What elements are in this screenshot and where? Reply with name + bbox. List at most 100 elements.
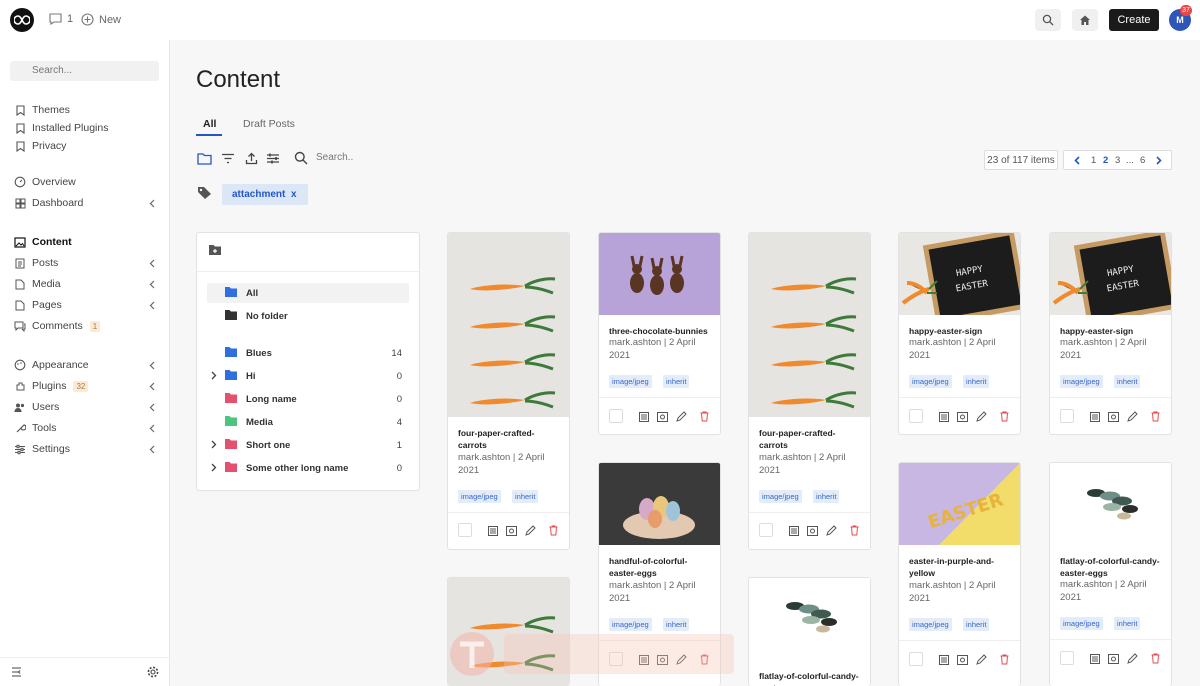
edit-icon[interactable] xyxy=(1127,411,1138,422)
page-6[interactable]: 6 xyxy=(1140,155,1145,166)
adjust-button[interactable] xyxy=(265,150,281,166)
sidebar-item-settings[interactable]: Settings xyxy=(14,441,159,457)
media-card[interactable]: flatlay-of-colorful-candy-easter-eggs ma… xyxy=(1049,462,1172,686)
filter-button[interactable] xyxy=(220,150,236,166)
home-button[interactable] xyxy=(1072,9,1098,31)
filter-tag-attachment[interactable]: attachment x xyxy=(222,184,308,205)
prev-page-icon[interactable] xyxy=(1074,156,1080,165)
media-thumbnail[interactable] xyxy=(448,233,569,417)
delete-icon[interactable] xyxy=(548,525,559,536)
media-thumbnail[interactable] xyxy=(599,233,720,315)
select-checkbox[interactable] xyxy=(759,523,773,537)
media-thumbnail[interactable]: HAPPY EASTER xyxy=(899,233,1020,315)
preview-icon[interactable] xyxy=(506,525,517,536)
folder-toggle-button[interactable] xyxy=(196,150,212,166)
edit-icon[interactable] xyxy=(976,654,987,665)
new-button[interactable]: New xyxy=(81,13,121,26)
delete-icon[interactable] xyxy=(999,411,1010,422)
edit-icon[interactable] xyxy=(1127,653,1138,664)
folder-row-some-other-long-name[interactable]: Some other long name 0 xyxy=(207,458,409,478)
details-icon[interactable] xyxy=(938,411,949,422)
page-3[interactable]: 3 xyxy=(1115,155,1120,166)
media-thumbnail[interactable] xyxy=(749,578,870,660)
preview-icon[interactable] xyxy=(1108,653,1119,664)
folder-row-all[interactable]: All xyxy=(207,283,409,303)
app-logo-icon[interactable] xyxy=(10,8,34,32)
folder-row-media[interactable]: Media 4 xyxy=(207,412,409,432)
details-icon[interactable] xyxy=(1089,411,1100,422)
delete-icon[interactable] xyxy=(1150,653,1161,664)
tab-all[interactable]: All xyxy=(203,118,216,130)
page-1[interactable]: 1 xyxy=(1091,155,1096,166)
delete-icon[interactable] xyxy=(699,411,710,422)
details-icon[interactable] xyxy=(638,411,649,422)
new-folder-icon[interactable] xyxy=(208,244,222,256)
next-page-icon[interactable] xyxy=(1156,156,1162,165)
preview-icon[interactable] xyxy=(807,525,818,536)
edit-icon[interactable] xyxy=(676,411,687,422)
folder-row-hi[interactable]: Hi 0 xyxy=(207,366,409,386)
expand-chevron-icon[interactable] xyxy=(211,371,217,380)
sidebar-item-installed-plugins[interactable]: Installed Plugins xyxy=(14,120,159,136)
sidebar-item-media[interactable]: Media xyxy=(14,276,159,292)
media-thumbnail[interactable] xyxy=(599,463,720,545)
delete-icon[interactable] xyxy=(1150,411,1161,422)
media-card[interactable]: four-paper-crafted-carrots mark.ashton |… xyxy=(447,232,570,550)
sidebar-item-plugins[interactable]: Plugins 32 xyxy=(14,378,159,394)
expand-chevron-icon[interactable] xyxy=(211,440,217,449)
edit-icon[interactable] xyxy=(976,411,987,422)
select-checkbox[interactable] xyxy=(1060,651,1074,665)
media-thumbnail[interactable] xyxy=(1050,463,1171,545)
gear-icon[interactable] xyxy=(147,666,159,678)
media-card[interactable]: flatlay-of-colorful-candy-easter-eggs xyxy=(748,577,871,686)
content-search-button[interactable] xyxy=(293,150,309,166)
preview-icon[interactable] xyxy=(957,411,968,422)
delete-icon[interactable] xyxy=(849,525,860,536)
sidebar-item-appearance[interactable]: Appearance xyxy=(14,357,159,373)
details-icon[interactable] xyxy=(788,525,799,536)
select-checkbox[interactable] xyxy=(609,409,623,423)
folder-row-blues[interactable]: Blues 14 xyxy=(207,343,409,363)
details-icon[interactable] xyxy=(938,654,949,665)
expand-chevron-icon[interactable] xyxy=(211,463,217,472)
edit-icon[interactable] xyxy=(826,525,837,536)
media-card[interactable]: HAPPY EASTER happy-easter-sign mark.asht… xyxy=(898,232,1021,435)
delete-icon[interactable] xyxy=(999,654,1010,665)
comments-indicator[interactable]: 1 xyxy=(49,13,73,25)
edit-icon[interactable] xyxy=(525,525,536,536)
media-card[interactable]: three-chocolate-bunnies mark.ashton | 2 … xyxy=(598,232,721,435)
sidebar-item-posts[interactable]: Posts xyxy=(14,255,159,271)
select-checkbox[interactable] xyxy=(909,409,923,423)
folder-row-long-name[interactable]: Long name 0 xyxy=(207,389,409,409)
media-card[interactable]: EASTER easter-in-purple-and-yellow mark.… xyxy=(898,462,1021,686)
sidebar-item-dashboard[interactable]: Dashboard xyxy=(14,195,159,211)
sidebar-item-privacy[interactable]: Privacy xyxy=(14,138,159,154)
media-card[interactable]: four-paper-crafted-carrots mark.ashton |… xyxy=(748,232,871,550)
details-icon[interactable] xyxy=(487,525,498,536)
select-checkbox[interactable] xyxy=(909,652,923,666)
media-thumbnail[interactable]: EASTER xyxy=(899,463,1020,545)
sidebar-search-input[interactable]: Search... xyxy=(10,61,159,81)
media-thumbnail[interactable]: HAPPY EASTER xyxy=(1050,233,1171,315)
sidebar-item-overview[interactable]: Overview xyxy=(14,174,159,190)
filter-tag-remove[interactable]: x xyxy=(291,189,297,200)
select-checkbox[interactable] xyxy=(1060,409,1074,423)
sidebar-item-content[interactable]: Content xyxy=(14,234,159,250)
collapse-menu-icon[interactable] xyxy=(11,667,22,677)
folder-row-no-folder[interactable]: No folder xyxy=(207,306,409,326)
sidebar-item-themes[interactable]: Themes xyxy=(14,102,159,118)
preview-icon[interactable] xyxy=(657,411,668,422)
media-card[interactable]: HAPPY EASTER happy-easter-sign mark.asht… xyxy=(1049,232,1172,435)
details-icon[interactable] xyxy=(1089,653,1100,664)
folder-row-short-one[interactable]: Short one 1 xyxy=(207,435,409,455)
page-2[interactable]: 2 xyxy=(1103,155,1108,166)
sidebar-item-comments[interactable]: Comments 1 xyxy=(14,318,159,334)
sidebar-item-users[interactable]: Users xyxy=(14,399,159,415)
sidebar-item-pages[interactable]: Pages xyxy=(14,297,159,313)
media-thumbnail[interactable] xyxy=(749,233,870,417)
tab-draft-posts[interactable]: Draft Posts xyxy=(243,118,295,130)
sidebar-item-tools[interactable]: Tools xyxy=(14,420,159,436)
preview-icon[interactable] xyxy=(1108,411,1119,422)
search-button[interactable] xyxy=(1035,9,1061,31)
content-search-input[interactable]: Search.. xyxy=(316,152,353,163)
